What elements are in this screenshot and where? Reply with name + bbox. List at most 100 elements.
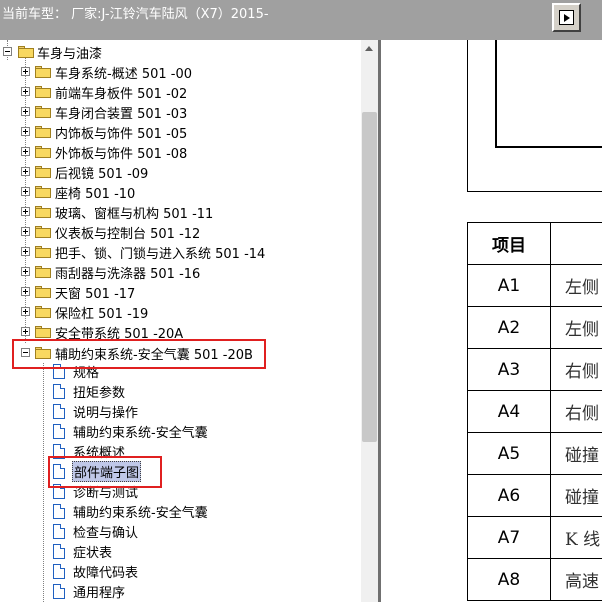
table-cell-item: A4 [467,390,551,433]
tree-folder-501-11[interactable]: 玻璃、窗框与机构 501 -11 [0,202,360,222]
folder-icon [18,46,34,58]
table-row: A5 碰撞 [467,432,602,475]
tree-folder-501-05[interactable]: 内饰板与饰件 501 -05 [0,122,360,142]
document-icon [53,404,65,419]
folder-icon [35,246,51,258]
document-icon [53,564,65,579]
table-cell-desc: 右侧 [550,348,602,391]
tree-folder-501-00[interactable]: 车身系统-概述 501 -00 [0,62,360,82]
expand-icon[interactable] [21,267,30,276]
tree-doc-symptom-chart[interactable]: 症状表 [0,541,360,561]
expand-icon[interactable] [21,247,30,256]
folder-icon [35,206,51,218]
tree-doc-label: 症状表 [73,546,113,561]
toggle-panel-icon [559,10,574,25]
tree-node-root[interactable]: 车身与油漆 [0,42,360,62]
tree-folder-501-19[interactable]: 保险杠 501 -19 [0,302,360,322]
tree-doc-description[interactable]: 说明与操作 [0,401,360,421]
tree-folder-label: 车身系统-概述 501 -00 [55,67,193,82]
expand-icon[interactable] [21,87,30,96]
table-header-item: 项目 [467,222,551,265]
table-row: A7 K 线 [467,516,602,559]
tree-folder-501-03[interactable]: 车身闭合装置 501 -03 [0,102,360,122]
table-cell-item: A6 [467,474,551,517]
tree-folder-label: 内饰板与饰件 501 -05 [55,127,188,142]
tree-folder-label: 外饰板与饰件 501 -08 [55,147,188,162]
folder-icon [35,146,51,158]
expand-icon[interactable] [21,307,30,316]
tree-folder-label: 仪表板与控制台 501 -12 [55,227,201,242]
table-row: A2 左侧 [467,306,602,349]
table-cell-desc: K 线 [550,516,602,559]
table-cell-item: A3 [467,348,551,391]
expand-icon[interactable] [21,167,30,176]
tree-folder-label: 后视镜 501 -09 [55,167,149,182]
tree-folder-501-08[interactable]: 外饰板与饰件 501 -08 [0,142,360,162]
expand-icon[interactable] [21,207,30,216]
scroll-thumb[interactable] [362,112,377,442]
toggle-panel-button[interactable] [552,3,581,32]
navigation-tree: 车身与油漆 车身系统-概述 501 -00 前端车身板件 501 -02 车身闭… [0,40,378,602]
collapse-icon[interactable] [3,47,12,56]
terminal-table: 项目 A1 左侧 A2 左侧 A3 右侧 A4 右侧 A5 碰撞 A6 碰撞 A… [467,222,602,601]
expand-icon[interactable] [21,127,30,136]
folder-icon [35,106,51,118]
tree-doc-dtc-chart[interactable]: 故障代码表 [0,561,360,581]
tree-doc-airbag-2[interactable]: 辅助约束系统-安全气囊 [0,501,360,521]
tree-folder-501-17[interactable]: 天窗 501 -17 [0,282,360,302]
tree-doc-label: 通用程序 [73,586,126,601]
expand-icon[interactable] [21,107,30,116]
table-cell-desc: 左侧 [550,264,602,307]
terminal-diagram-connector [495,40,602,148]
expand-icon[interactable] [21,67,30,76]
tree-doc-inspection[interactable]: 检查与确认 [0,521,360,541]
table-row: A4 右侧 [467,390,602,433]
table-cell-item: A5 [467,432,551,475]
folder-icon [35,326,51,338]
tree-folder-501-02[interactable]: 前端车身板件 501 -02 [0,82,360,102]
tree-node-label: 车身与油漆 [37,47,103,62]
folder-icon [35,186,51,198]
tree-folder-501-12[interactable]: 仪表板与控制台 501 -12 [0,222,360,242]
tree-folder-501-16[interactable]: 雨刮器与洗涤器 501 -16 [0,262,360,282]
tree-doc-torque[interactable]: 扭矩参数 [0,381,360,401]
table-row: A3 右侧 [467,348,602,391]
tree-folder-501-09[interactable]: 后视镜 501 -09 [0,162,360,182]
table-cell-item: A1 [467,264,551,307]
document-icon [53,384,65,399]
scroll-up-icon[interactable] [365,46,373,51]
folder-icon [35,86,51,98]
tree-folder-label: 保险杠 501 -19 [55,307,149,322]
tree-folder-label: 雨刮器与洗涤器 501 -16 [55,267,201,282]
tree-folder-501-10[interactable]: 座椅 501 -10 [0,182,360,202]
tree-doc-airbag-1[interactable]: 辅助约束系统-安全气囊 [0,421,360,441]
tree-folder-label: 玻璃、窗框与机构 501 -11 [55,207,214,222]
document-icon [53,504,65,519]
folder-icon [35,306,51,318]
expand-icon[interactable] [21,187,30,196]
tree-doc-general-procedures[interactable]: 通用程序 [0,581,360,601]
table-cell-item: A2 [467,306,551,349]
tree-doc-label: 辅助约束系统-安全气囊 [73,506,208,521]
tree-doc-label: 故障代码表 [73,566,139,581]
folder-icon [35,166,51,178]
table-row: A6 碰撞 [467,474,602,517]
title-bar: 当前车型： 厂家:J-江铃汽车陆风（X7）2015- [0,0,602,40]
expand-icon[interactable] [21,287,30,296]
folder-icon [35,266,51,278]
folder-icon [35,66,51,78]
table-cell-desc: 碰撞 [550,432,602,475]
tree-doc-label: 检查与确认 [73,526,139,541]
document-icon [53,544,65,559]
table-row: A1 左侧 [467,264,602,307]
expand-icon[interactable] [21,147,30,156]
highlight-box-document [48,456,162,488]
table-cell-desc: 右侧 [550,390,602,433]
tree-scrollbar[interactable] [361,40,378,602]
table-cell-item: A7 [467,516,551,559]
expand-icon[interactable] [21,327,30,336]
table-header-row: 项目 [467,222,602,265]
current-model-label: 当前车型： 厂家:J-江铃汽车陆风（X7）2015- [2,7,269,22]
expand-icon[interactable] [21,227,30,236]
tree-folder-501-14[interactable]: 把手、锁、门锁与进入系统 501 -14 [0,242,360,262]
